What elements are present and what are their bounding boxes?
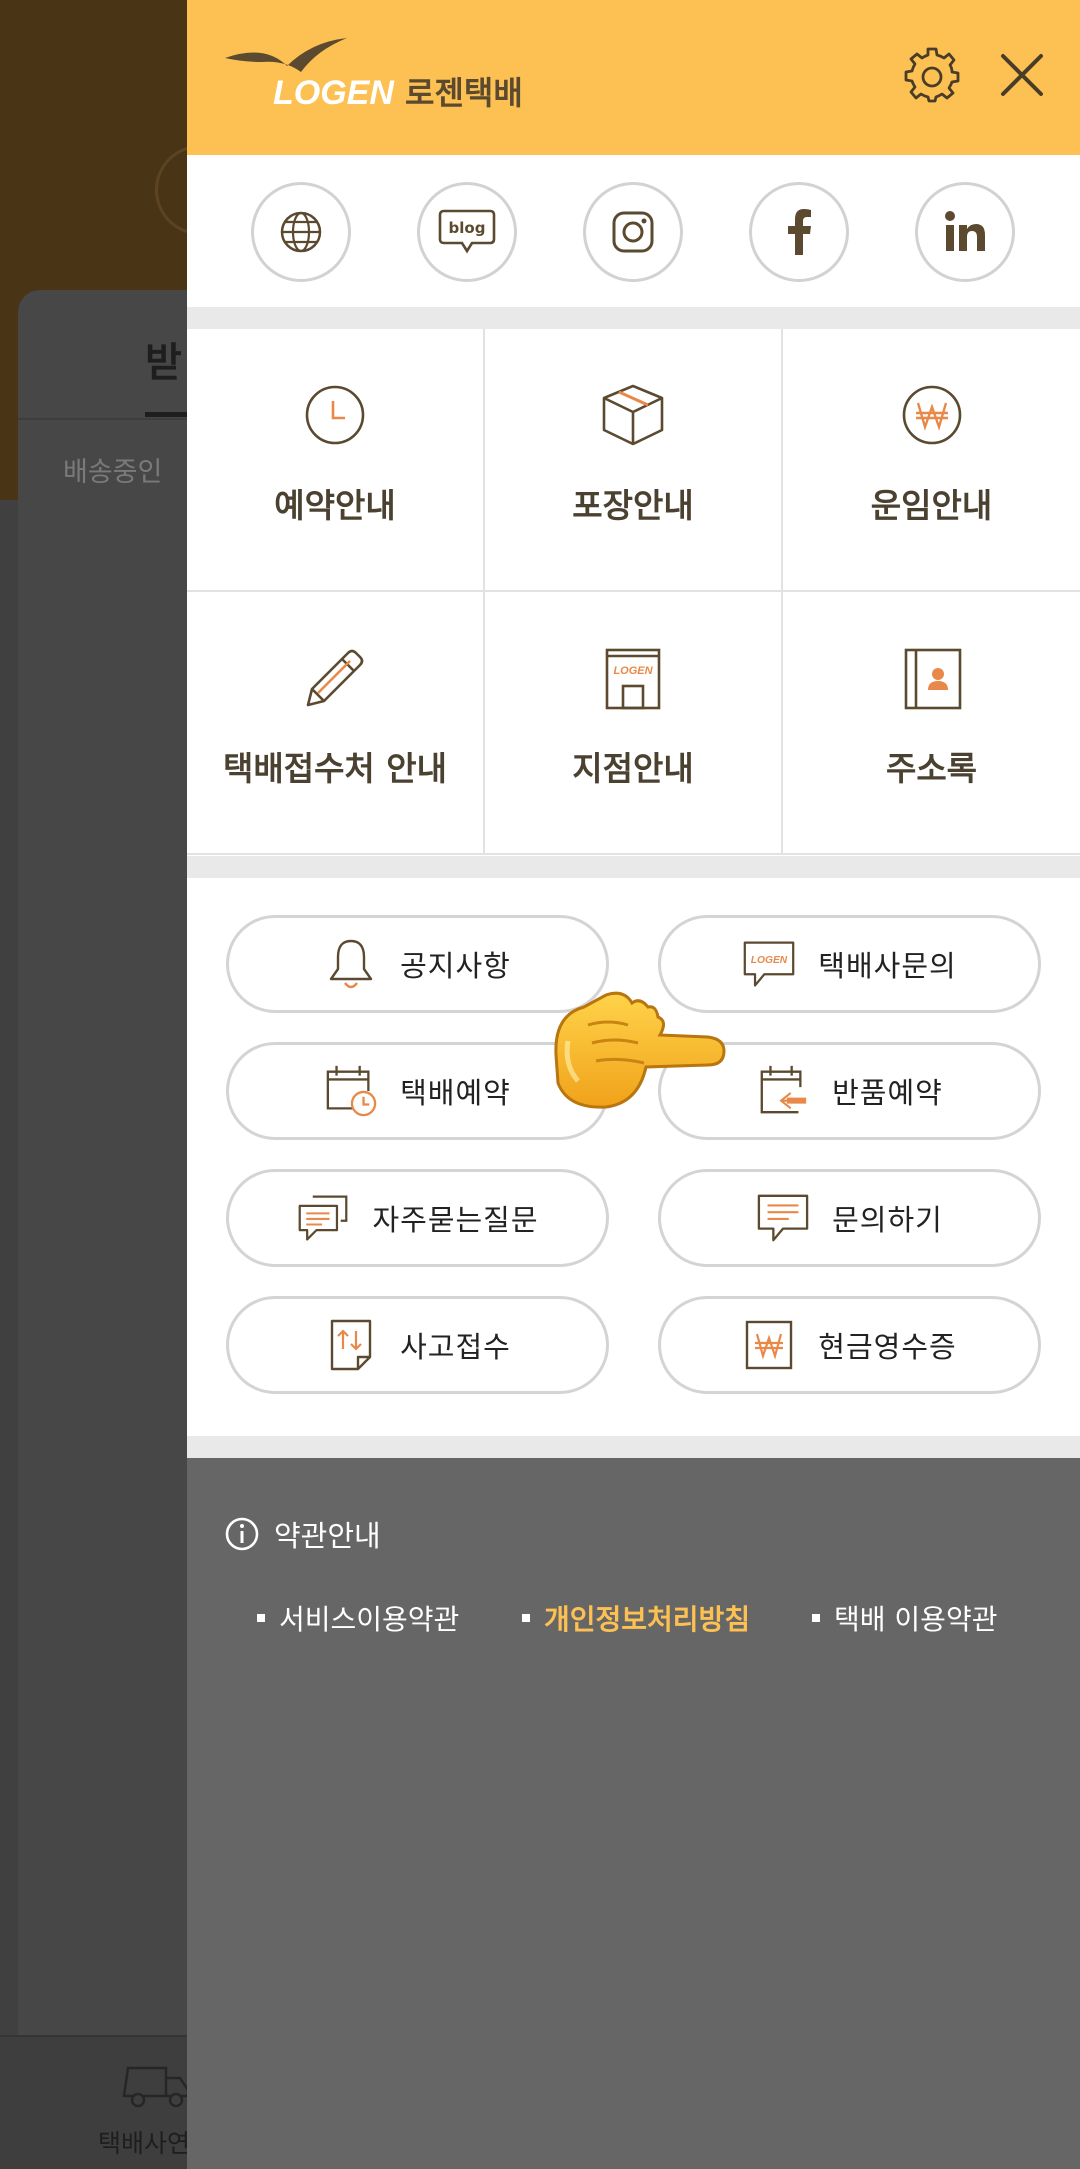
truck-icon: [122, 2066, 190, 2108]
terms-links: 서비스이용약관 개인정보처리방침 택배 이용약관: [257, 1598, 1067, 1638]
grid-item-label: 운임안내: [870, 486, 993, 525]
service-terms-link[interactable]: 서비스이용약관: [257, 1598, 522, 1638]
svg-text:LOGEN: LOGEN: [751, 955, 788, 966]
grid-item-label: 주소록: [885, 749, 978, 788]
svg-text:LOGEN: LOGEN: [613, 665, 653, 677]
gear-icon: [904, 47, 960, 103]
terms-header: 약관안내: [224, 1513, 381, 1555]
faq-chat-icon: [296, 1191, 350, 1245]
logen-logo[interactable]: LOGEN 로젠택배: [225, 36, 545, 108]
social-links: blog: [187, 155, 1080, 307]
side-drawer: LOGEN 로젠택배 blog 예약안내 포장안내 운임안내 택배접수처 안내 …: [187, 0, 1080, 2169]
background-tab: 받: [145, 340, 182, 386]
accident-report-label: 사고접수: [400, 1330, 511, 1364]
faq-label: 자주묻는질문: [372, 1203, 539, 1237]
info-grid: 예약안내 포장안내 운임안내 택배접수처 안내 LOGEN 지점안내 주소록: [187, 329, 1080, 856]
blog-button[interactable]: blog: [417, 182, 517, 282]
delivery-terms-link[interactable]: 택배 이용약관: [812, 1598, 1032, 1638]
grid-item-packaging-info[interactable]: 포장안내: [485, 329, 783, 592]
linkedin-button[interactable]: [915, 182, 1015, 282]
logo-text: LOGEN: [273, 74, 395, 108]
website-button[interactable]: [251, 182, 351, 282]
facebook-button[interactable]: [749, 182, 849, 282]
section-divider: [187, 856, 1080, 878]
grid-item-label: 포장안내: [572, 486, 694, 525]
drawer-header: LOGEN 로젠택배: [187, 0, 1080, 155]
bottom-nav-label[interactable]: 택배사연: [98, 2124, 190, 2160]
privacy-policy-link[interactable]: 개인정보처리방침: [522, 1598, 812, 1638]
grid-item-branch-info[interactable]: LOGEN 지점안내: [485, 592, 783, 855]
grid-item-label: 택배접수처 안내: [222, 749, 447, 788]
return-reservation-label: 반품예약: [832, 1076, 943, 1110]
grid-item-fare-info[interactable]: 운임안내: [783, 329, 1080, 592]
pencil-icon: [301, 644, 369, 712]
instagram-button[interactable]: [583, 182, 683, 282]
faq-button[interactable]: 자주묻는질문: [226, 1169, 609, 1267]
terms-title: 약관안내: [274, 1519, 381, 1553]
grid-item-address-book[interactable]: 주소록: [783, 592, 1080, 855]
section-divider: [187, 1436, 1080, 1458]
info-icon: [225, 1517, 259, 1551]
grid-item-reservation-info[interactable]: 예약안내: [187, 329, 485, 592]
pointing-hand-icon: [554, 991, 726, 1109]
background-status-text: 배송중인: [63, 457, 163, 488]
inquiry-label: 문의하기: [832, 1203, 943, 1237]
inquiry-button[interactable]: 문의하기: [658, 1169, 1041, 1267]
close-button[interactable]: [987, 40, 1057, 110]
notice-label: 공지사항: [400, 949, 511, 983]
store-icon: LOGEN: [599, 644, 667, 712]
calendar-clock-icon: [324, 1064, 378, 1118]
cash-receipt-label: 현금영수증: [818, 1330, 957, 1364]
service-buttons: 공지사항 LOGEN 택배사문의 택배예약 반품예약 자주묻는질문 문의하기 사…: [187, 878, 1080, 1436]
grid-item-dropoff-info[interactable]: 택배접수처 안내: [187, 592, 485, 855]
svg-text:blog: blog: [449, 219, 486, 237]
accident-report-button[interactable]: 사고접수: [226, 1296, 609, 1394]
courier-inquiry-label: 택배사문의: [818, 949, 957, 983]
inquiry-chat-icon: [756, 1191, 810, 1245]
section-divider: [187, 307, 1080, 329]
grid-item-label: 예약안내: [274, 486, 396, 525]
facebook-icon: [788, 209, 811, 255]
calendar-return-icon: [756, 1064, 810, 1118]
blog-icon: blog: [438, 209, 496, 254]
cash-receipt-button[interactable]: 현금영수증: [658, 1296, 1041, 1394]
won-coin-icon: [898, 381, 966, 449]
cash-receipt-icon: [742, 1318, 796, 1372]
bell-icon: [324, 937, 378, 991]
box-icon: [599, 381, 667, 449]
grid-item-label: 지점안내: [572, 749, 694, 788]
accident-doc-icon: [324, 1318, 378, 1372]
logen-chat-icon: LOGEN: [742, 937, 796, 991]
instagram-icon: [612, 211, 654, 253]
clock-icon: [301, 381, 369, 449]
background-tab-indicator: [145, 412, 190, 417]
globe-icon: [280, 211, 322, 253]
terms-section: 약관안내 서비스이용약관 개인정보처리방침 택배 이용약관: [187, 1458, 1080, 2169]
close-icon: [1001, 54, 1043, 96]
delivery-reservation-label: 택배예약: [400, 1076, 511, 1110]
logo-korean: 로젠택배: [405, 74, 523, 108]
address-book-icon: [898, 644, 966, 712]
settings-button[interactable]: [897, 40, 967, 110]
linkedin-icon: [945, 211, 985, 251]
